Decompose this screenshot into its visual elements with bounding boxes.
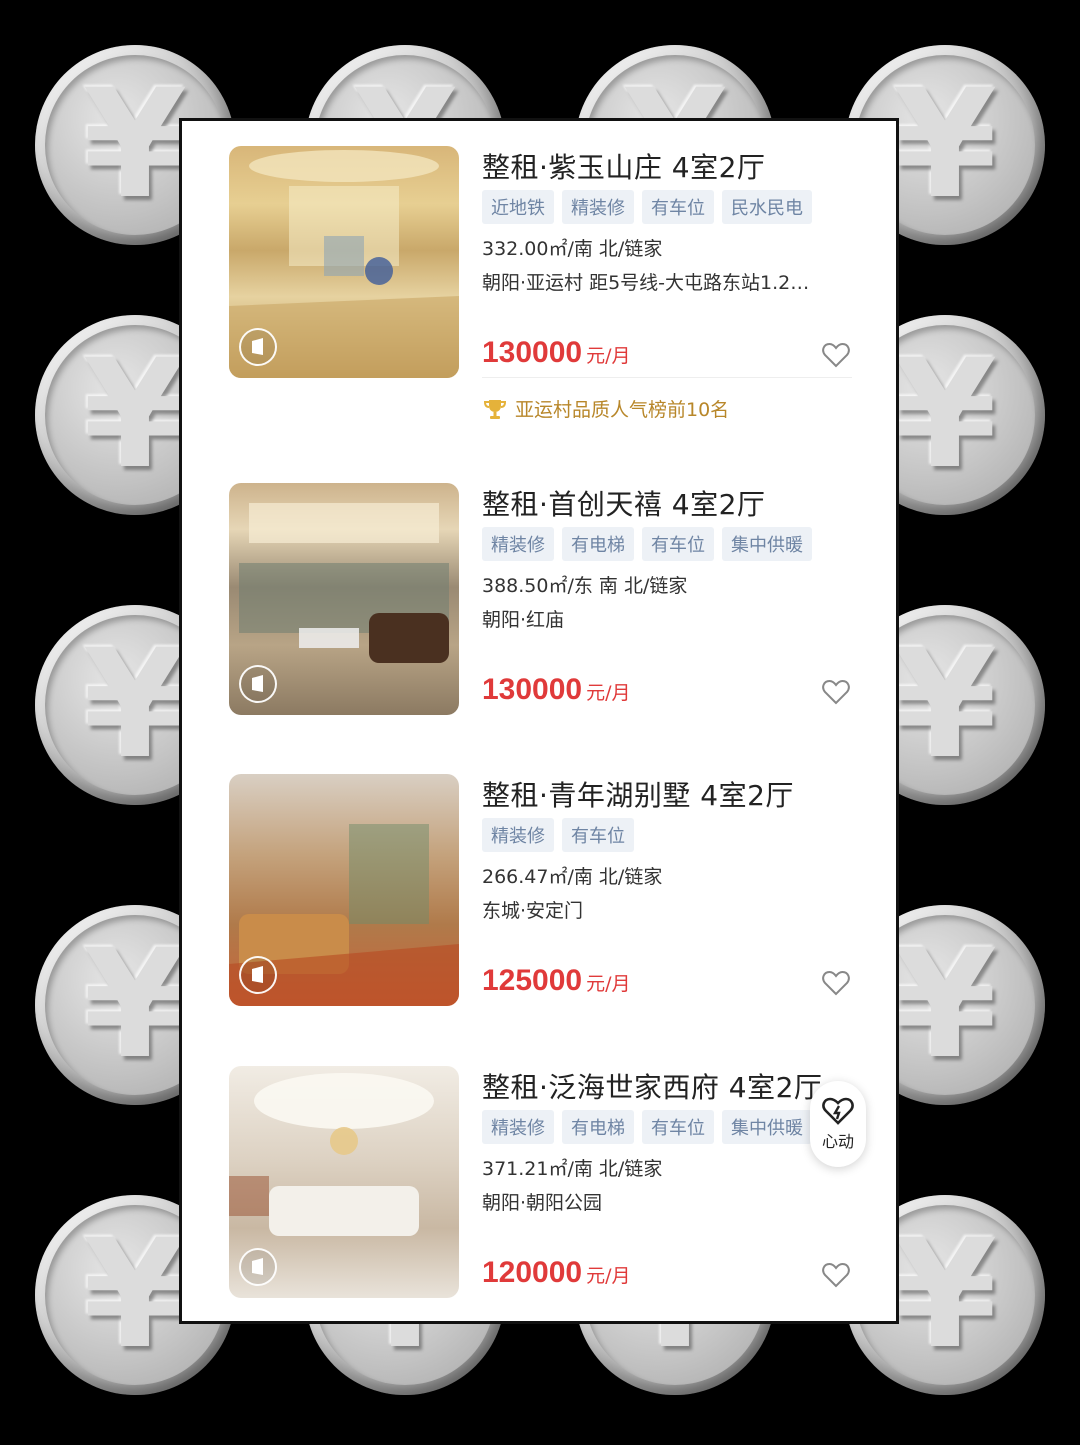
listing-title: 整租·泛海世家西府 4室2厅 xyxy=(482,1071,823,1104)
listing-title: 整租·青年湖别墅 4室2厅 xyxy=(482,779,794,812)
tag-list: 精装修 有电梯 有车位 集中供暖 xyxy=(482,1110,812,1144)
float-button-label: 心动 xyxy=(821,1132,854,1151)
tag: 有车位 xyxy=(642,1110,714,1144)
tag: 近地铁 xyxy=(482,190,554,224)
listing-title: 整租·首创天禧 4室2厅 xyxy=(482,488,766,521)
tag: 集中供暖 xyxy=(722,1110,812,1144)
tag: 精装修 xyxy=(562,190,634,224)
price-unit: 元/月 xyxy=(586,1265,631,1287)
favorite-heart-icon[interactable] xyxy=(822,1262,850,1288)
tag-list: 精装修 有车位 xyxy=(482,818,634,852)
vr-icon xyxy=(239,956,277,994)
vr-icon xyxy=(239,328,277,366)
listing-location: 东城·安定门 xyxy=(482,900,584,922)
tag: 有车位 xyxy=(642,527,714,561)
price-value: 125000 xyxy=(482,964,583,997)
listing-panel: 整租·紫玉山庄 4室2厅 近地铁 精装修 有车位 民水民电 332.00㎡/南 … xyxy=(179,118,899,1324)
listing-price: 120000 元/月 xyxy=(482,1256,631,1290)
price-unit: 元/月 xyxy=(586,682,631,704)
tag: 有车位 xyxy=(642,190,714,224)
listing-photo[interactable] xyxy=(229,146,459,378)
listing-location: 朝阳·朝阳公园 xyxy=(482,1192,603,1214)
listing-card[interactable]: 整租·首创天禧 4室2厅 精装修 有电梯 有车位 集中供暖 388.50㎡/东 … xyxy=(229,483,869,715)
listing-photo[interactable] xyxy=(229,774,459,1006)
tag-list: 精装修 有电梯 有车位 集中供暖 xyxy=(482,527,812,561)
tag: 有电梯 xyxy=(562,1110,634,1144)
price-value: 130000 xyxy=(482,673,583,706)
price-unit: 元/月 xyxy=(586,973,631,995)
price-value: 130000 xyxy=(482,336,583,369)
listing-location: 朝阳·红庙 xyxy=(482,609,565,631)
tag: 集中供暖 xyxy=(722,527,812,561)
listing-title: 整租·紫玉山庄 4室2厅 xyxy=(482,151,766,184)
rank-badge[interactable]: 亚运村品质人气榜前10名 xyxy=(483,395,729,422)
tag: 精装修 xyxy=(482,818,554,852)
listing-price: 130000 元/月 xyxy=(482,336,631,370)
heart-lightning-icon xyxy=(822,1097,854,1125)
listing-photo[interactable] xyxy=(229,1066,459,1298)
price-unit: 元/月 xyxy=(586,345,631,367)
vr-icon xyxy=(239,1248,277,1286)
listing-card[interactable]: 整租·紫玉山庄 4室2厅 近地铁 精装修 有车位 民水民电 332.00㎡/南 … xyxy=(229,146,869,378)
listing-area: 371.21㎡/南 北/链家 xyxy=(482,1158,663,1180)
listing-price: 125000 元/月 xyxy=(482,964,631,998)
listing-location: 朝阳·亚运村 距5号线-大屯路东站1.2… xyxy=(482,272,810,294)
favorite-heart-icon[interactable] xyxy=(822,970,850,996)
listing-card[interactable]: 整租·青年湖别墅 4室2厅 精装修 有车位 266.47㎡/南 北/链家 东城·… xyxy=(229,774,869,1006)
tag: 精装修 xyxy=(482,1110,554,1144)
divider xyxy=(482,377,852,378)
tag: 有车位 xyxy=(562,818,634,852)
tag: 精装修 xyxy=(482,527,554,561)
listing-photo[interactable] xyxy=(229,483,459,715)
listing-area: 332.00㎡/南 北/链家 xyxy=(482,238,663,260)
favorites-float-button[interactable]: 心动 xyxy=(810,1081,866,1167)
tag: 民水民电 xyxy=(722,190,812,224)
vr-icon xyxy=(239,665,277,703)
listing-card[interactable]: 整租·泛海世家西府 4室2厅 精装修 有电梯 有车位 集中供暖 371.21㎡/… xyxy=(229,1066,869,1298)
tag: 有电梯 xyxy=(562,527,634,561)
listing-price: 130000 元/月 xyxy=(482,673,631,707)
price-value: 120000 xyxy=(482,1256,583,1289)
trophy-icon xyxy=(483,399,507,419)
rank-text: 亚运村品质人气榜前10名 xyxy=(515,399,730,421)
listing-area: 388.50㎡/东 南 北/链家 xyxy=(482,575,688,597)
favorite-heart-icon[interactable] xyxy=(822,679,850,705)
tag-list: 近地铁 精装修 有车位 民水民电 xyxy=(482,190,812,224)
listing-area: 266.47㎡/南 北/链家 xyxy=(482,866,663,888)
favorite-heart-icon[interactable] xyxy=(822,342,850,368)
